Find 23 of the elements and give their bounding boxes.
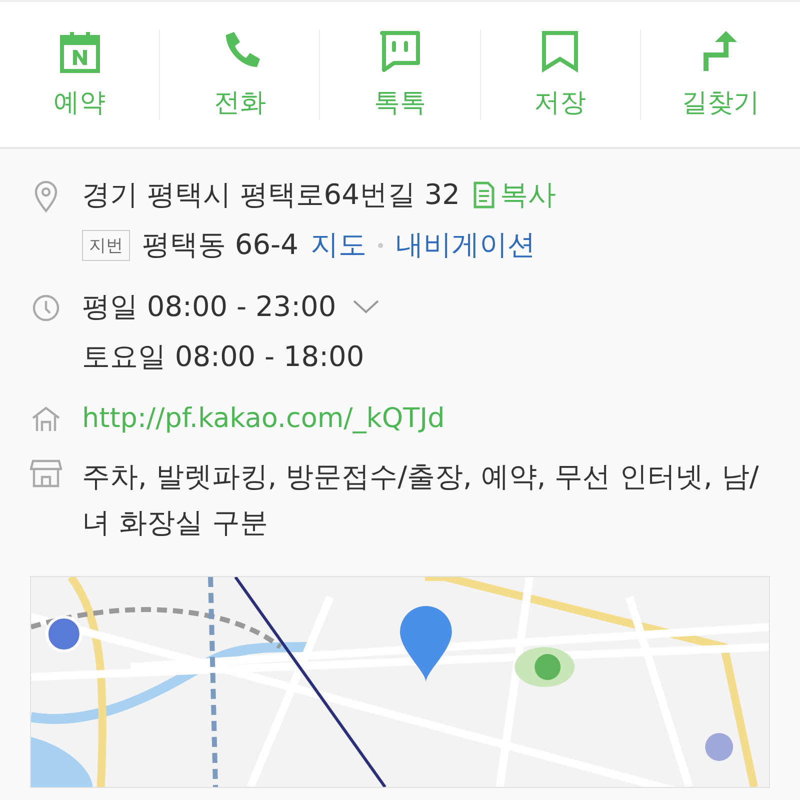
website-link[interactable]: http://pf.kakao.com/_kQTJd xyxy=(82,403,445,434)
action-button[interactable]: 전화 xyxy=(160,21,320,128)
home-icon xyxy=(30,405,62,433)
document-icon xyxy=(472,181,496,209)
action-button[interactable]: 예약 xyxy=(0,21,160,128)
calendar-icon xyxy=(58,29,102,73)
action-button[interactable]: 저장 xyxy=(480,21,640,128)
separator-dot xyxy=(378,242,384,248)
navigation-link[interactable]: 내비게이션 xyxy=(395,226,536,264)
road-address: 경기 평택시 평택로64번길 32 xyxy=(82,177,460,213)
action-button[interactable]: 길찾기 xyxy=(640,21,800,128)
copy-button[interactable]: 복사 xyxy=(472,176,556,214)
lot-tag: 지번 xyxy=(82,230,130,260)
map-link[interactable]: 지도 xyxy=(310,226,366,264)
chevron-icon[interactable] xyxy=(352,299,380,315)
clock-icon xyxy=(30,293,62,323)
opening-hours: 토요일 08:00 - 18:00 xyxy=(82,339,364,375)
amenities-text: 주차, 발렛파킹, 방문접수/출장, 예약, 무선 인터넷, 남/녀 화장실 구분 xyxy=(82,459,760,541)
store-icon xyxy=(30,458,62,488)
action-button[interactable]: 톡톡 xyxy=(320,21,480,128)
lot-address: 평택동 66-4 xyxy=(142,227,298,263)
opening-hours: 평일 08:00 - 23:00 xyxy=(82,289,336,325)
chat-icon xyxy=(378,29,422,73)
